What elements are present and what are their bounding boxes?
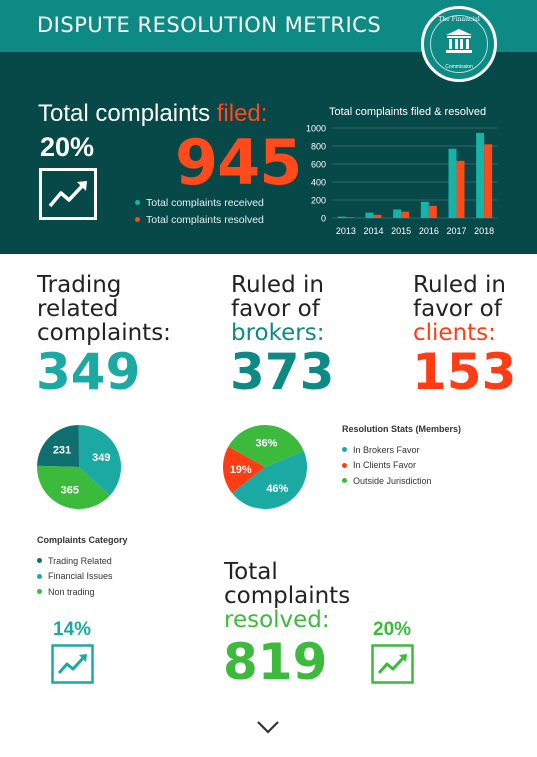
trading-value: 349 <box>36 343 141 401</box>
trend-up-icon <box>39 168 97 220</box>
bar-resolved <box>401 211 410 218</box>
trend-up-icon <box>371 644 414 684</box>
pie-label: 231 <box>53 445 71 457</box>
logo-top-text: The Financial <box>438 16 480 23</box>
x-tick-label: 2016 <box>419 226 439 236</box>
bar-received <box>448 148 457 218</box>
commission-logo: The Financial Commission <box>421 6 497 82</box>
trading-label: Trading related complaints: <box>37 272 171 346</box>
legend-item: In Brokers Favor <box>342 442 461 458</box>
trend-up-icon <box>51 644 94 684</box>
chevron-down-icon[interactable] <box>256 720 280 734</box>
y-tick-label: 600 <box>311 160 326 170</box>
resolved-value: 819 <box>223 633 328 691</box>
pie-label: 349 <box>92 452 110 464</box>
resolution-stats-pie: 46% 19% 36% <box>223 425 307 509</box>
y-tick-label: 800 <box>311 142 326 152</box>
complaints-category-pie: 231 349 365 <box>37 425 121 509</box>
bar-resolved <box>373 214 382 218</box>
total-complaints-heading: Total complaints filed: <box>38 100 268 127</box>
pie-label: 19% <box>230 464 252 476</box>
bar-received <box>365 212 374 218</box>
resolved-label: Total complaints resolved: <box>224 559 351 633</box>
bar-received <box>420 201 429 218</box>
summary-panel: Total complaints filed: 20% 945 Total co… <box>0 52 537 254</box>
legend-item: Outside Jurisdiction <box>342 473 461 489</box>
x-tick-label: 2015 <box>391 226 411 236</box>
y-tick-label: 200 <box>311 196 326 206</box>
brokers-label: Ruled in favor of brokers: <box>231 272 325 346</box>
logo-bottom-text: Commission <box>445 64 473 70</box>
pie-label: 365 <box>61 485 79 497</box>
bar-resolved <box>428 205 437 218</box>
bar-received <box>337 216 346 218</box>
pie-label: 36% <box>255 438 277 450</box>
growth-percent: 20% <box>40 132 95 162</box>
y-tick-label: 400 <box>311 178 326 188</box>
bar-resolved <box>456 160 465 218</box>
bar-chart-title: Total complaints filed & resolved <box>329 106 487 118</box>
x-tick-label: 2018 <box>474 226 494 236</box>
resolved-growth-percent: 20% <box>373 619 412 640</box>
legend-received: Total complaints received <box>135 194 264 211</box>
resolution-legend: Resolution Stats (Members) In Brokers Fa… <box>342 424 461 489</box>
building-icon <box>446 29 472 53</box>
pie-label: 46% <box>266 483 288 495</box>
complaints-bar-chart: 0 200 400 600 800 1000 2013 2014 2015 2016 2017 201… <box>306 124 498 236</box>
x-tick-label: 2013 <box>336 226 356 236</box>
x-tick-label: 2017 <box>446 226 466 236</box>
bar-received <box>476 132 485 218</box>
clients-value: 153 <box>412 343 517 401</box>
legend-item: Financial Issues <box>37 569 128 585</box>
total-filed-value: 945 <box>175 126 302 199</box>
y-tick-label: 1000 <box>306 124 326 134</box>
summary-legend: Total complaints received Total complain… <box>135 194 264 228</box>
bar-received <box>393 209 402 218</box>
clients-label: Ruled in favor of clients: <box>413 272 506 346</box>
bar-resolved <box>484 144 493 218</box>
legend-item: Non trading <box>37 584 128 600</box>
y-tick-label: 0 <box>321 214 326 224</box>
legend-item: In Clients Favor <box>342 458 461 474</box>
bar-resolved <box>345 217 354 218</box>
legend-item: Trading Related <box>37 553 128 569</box>
x-tick-label: 2014 <box>363 226 383 236</box>
trading-growth-percent: 14% <box>53 619 92 640</box>
page-title: DISPUTE RESOLUTION METRICS <box>37 13 382 37</box>
category-legend: Complaints Category Trading Related Fina… <box>37 535 128 600</box>
brokers-value: 373 <box>230 343 335 401</box>
legend-resolved: Total complaints resolved <box>135 211 264 228</box>
